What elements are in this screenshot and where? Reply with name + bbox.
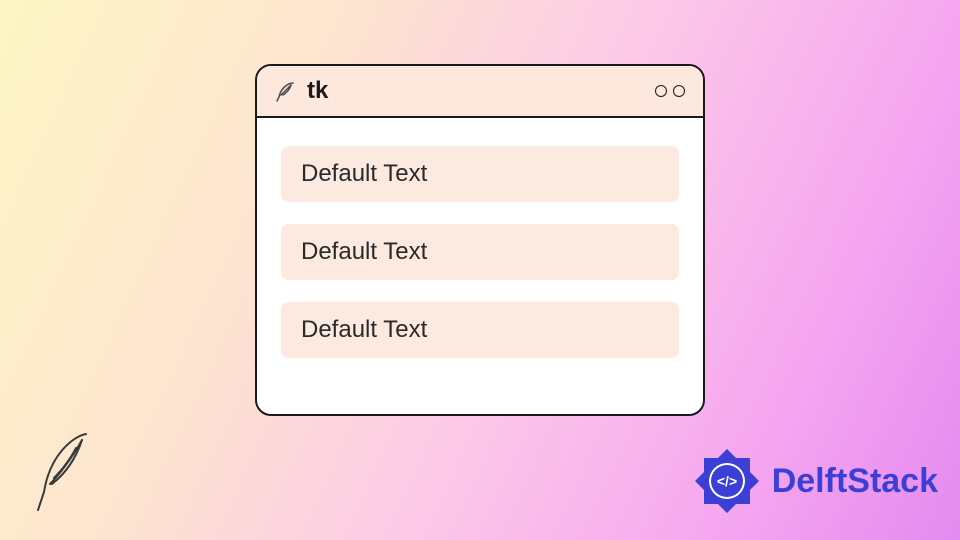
text-entry-1[interactable]: Default Text (281, 146, 679, 202)
tk-window: tk Default Text Default Text Default Tex… (255, 64, 705, 416)
window-body: Default Text Default Text Default Text (257, 118, 703, 386)
text-entry-2[interactable]: Default Text (281, 224, 679, 280)
window-control-icon[interactable] (673, 85, 685, 97)
feather-icon (273, 79, 297, 103)
titlebar[interactable]: tk (257, 66, 703, 118)
window-control-icon[interactable] (655, 85, 667, 97)
feather-icon (28, 428, 100, 516)
text-entry-3[interactable]: Default Text (281, 302, 679, 358)
svg-text:</>: </> (717, 473, 737, 489)
brand: </> DelftStack (690, 444, 938, 518)
window-controls (655, 85, 685, 97)
delftstack-logo-icon: </> (690, 444, 764, 518)
window-title: tk (307, 77, 328, 105)
brand-name: DelftStack (772, 462, 938, 501)
